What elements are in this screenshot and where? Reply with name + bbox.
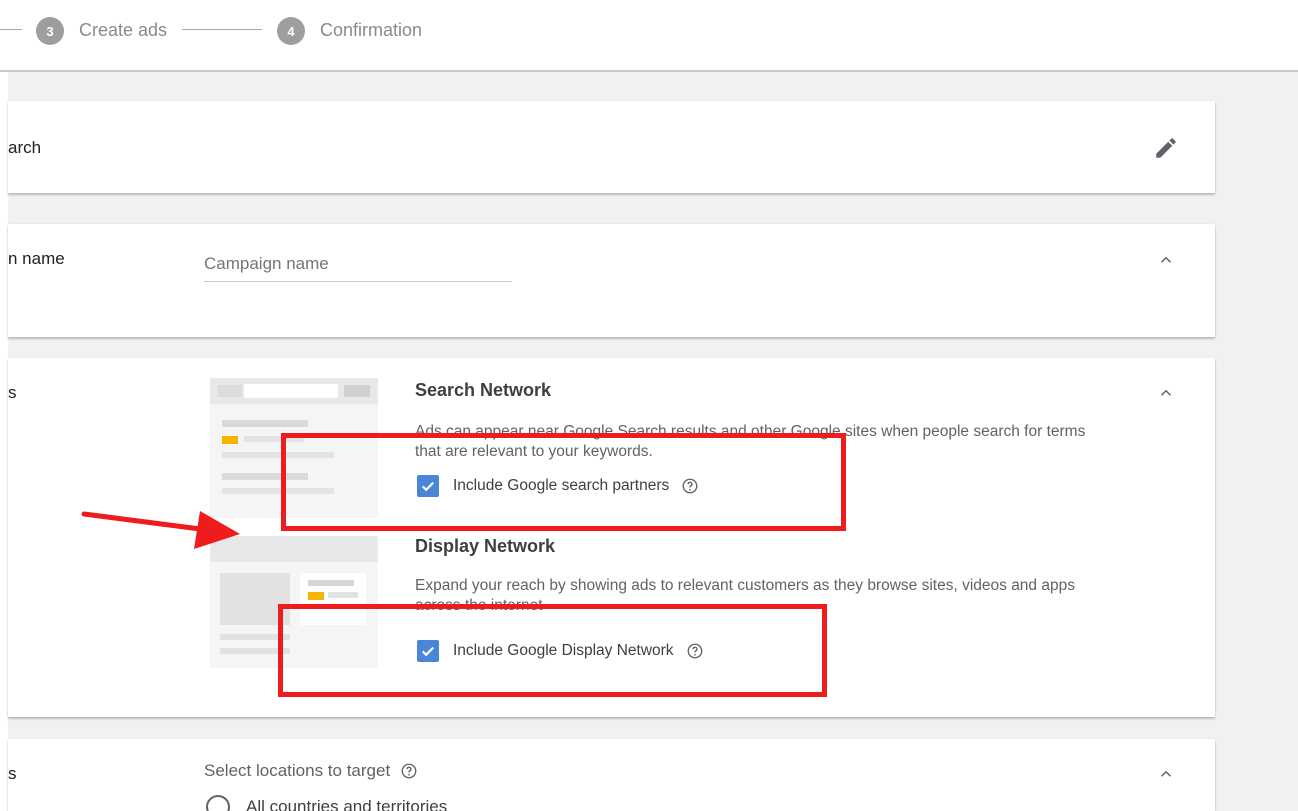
all-countries-label: All countries and territories bbox=[246, 797, 448, 811]
all-countries-radio[interactable] bbox=[206, 795, 230, 811]
step-connector bbox=[182, 29, 262, 30]
chevron-up-icon[interactable] bbox=[1155, 382, 1177, 404]
campaign-name-card: n name bbox=[8, 224, 1215, 337]
step-4-circle[interactable]: 4 bbox=[277, 17, 305, 45]
campaign-type-card[interactable]: arch bbox=[8, 101, 1215, 193]
campaign-name-input[interactable] bbox=[204, 246, 512, 282]
annotation-box-search-partners bbox=[281, 433, 846, 531]
step-3-circle[interactable]: 3 bbox=[36, 17, 64, 45]
annotation-box-display-network bbox=[278, 604, 827, 697]
locations-prompt-text: Select locations to target bbox=[204, 761, 391, 780]
campaign-name-label: n name bbox=[8, 249, 65, 268]
left-gutter bbox=[0, 72, 8, 811]
search-network-title: Search Network bbox=[415, 380, 552, 400]
chevron-up-icon[interactable] bbox=[1155, 249, 1177, 271]
locations-card: s Select locations to target All countri… bbox=[8, 739, 1215, 811]
campaign-type-label: arch bbox=[8, 138, 42, 157]
locations-label: s bbox=[8, 764, 17, 783]
annotation-arrow-icon bbox=[81, 511, 240, 549]
stepper-header: 3 Create ads 4 Confirmation bbox=[0, 0, 1298, 72]
display-network-title: Display Network bbox=[415, 536, 556, 556]
locations-prompt: Select locations to target bbox=[204, 761, 418, 781]
networks-label: s bbox=[8, 383, 17, 402]
help-icon[interactable] bbox=[400, 762, 418, 780]
all-countries-option[interactable]: All countries and territories bbox=[206, 795, 447, 811]
step-connector bbox=[0, 29, 22, 30]
step-4-label[interactable]: Confirmation bbox=[320, 19, 422, 41]
step-3-label[interactable]: Create ads bbox=[79, 19, 167, 41]
chevron-up-icon[interactable] bbox=[1155, 763, 1177, 785]
pencil-icon[interactable] bbox=[1153, 135, 1179, 161]
